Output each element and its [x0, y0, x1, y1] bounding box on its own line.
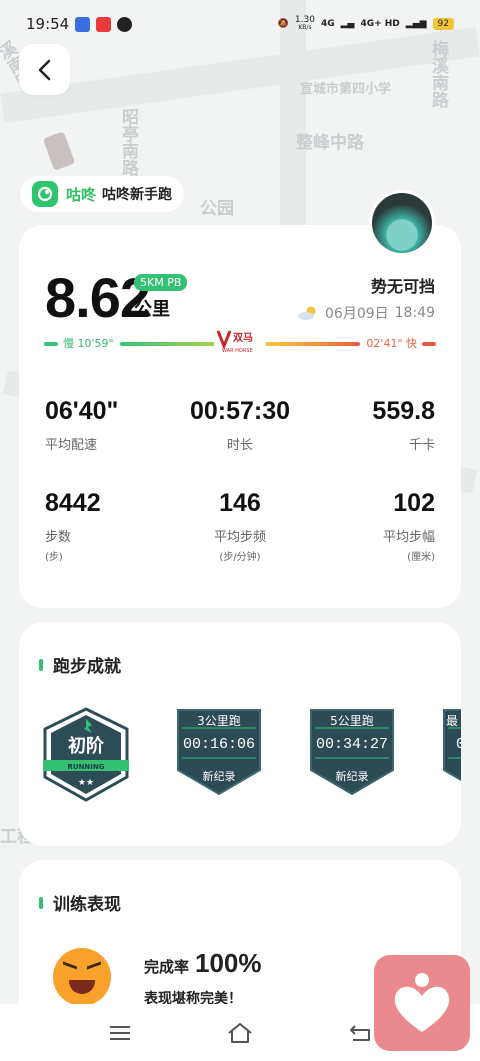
map-label: 公园 — [200, 199, 234, 219]
medal-5km[interactable]: 5公里跑 00:34:27 新纪录 — [307, 706, 397, 798]
pb-badge: 5KM PB — [134, 274, 188, 291]
stat-cadence: 146 平均步频 (步/分钟) — [175, 489, 305, 581]
avatar[interactable] — [369, 190, 435, 256]
training-title: 训练表现 — [53, 895, 121, 915]
health-float-button[interactable] — [374, 955, 470, 1051]
nav-home-button[interactable] — [220, 1018, 260, 1048]
signal-bars-icon: ▂▄ — [340, 19, 355, 29]
completion-value: 100% — [195, 948, 262, 978]
distance-unit: 公里 — [134, 299, 170, 320]
username: 势无可挡 — [370, 277, 435, 296]
medal-title: 5公里跑 — [330, 714, 374, 728]
home-icon — [228, 1022, 252, 1043]
map-marker-icon — [42, 131, 76, 171]
stat-calories: 559.8 千卡 — [305, 397, 435, 489]
nav-menu-button[interactable] — [100, 1018, 140, 1048]
mute-icon: 🔕 — [277, 19, 289, 29]
stat-value: 102 — [393, 489, 435, 517]
achievements-title: 跑步成就 — [53, 657, 121, 677]
codoon-logo-icon — [32, 181, 58, 207]
run-time: 18:49 — [394, 305, 435, 321]
pace-fast-value: 02'41" — [366, 337, 403, 350]
stat-unit: (厘米) — [407, 552, 435, 563]
sponsor-logo-text: WAR HORSE — [222, 348, 253, 354]
stat-duration: 00:57:30 时长 — [175, 397, 305, 489]
heart-health-icon — [394, 973, 450, 1032]
laughing-face-icon — [53, 948, 111, 1006]
battery-indicator: 92 — [432, 18, 454, 30]
completion-label: 完成率 — [144, 958, 190, 976]
medal-time: 0 — [456, 736, 461, 753]
pace-slow: 慢 10'59" — [63, 335, 114, 351]
plan-name: 咕咚新手跑 — [102, 187, 173, 203]
pace-fast-label: 快 — [406, 337, 417, 350]
stat-stride: 102 平均步幅 (厘米) — [305, 489, 435, 581]
training-plan-pill[interactable]: 咕咚 咕咚新手跑 — [20, 176, 185, 212]
level-ribbon: RUNNING — [68, 763, 105, 771]
run-date: 06月09日 — [325, 306, 389, 322]
stat-value: 06'40" — [45, 397, 119, 425]
stat-label: 平均步频 — [213, 530, 266, 545]
net-speed-value: 1.30 — [294, 15, 315, 25]
section-title: 跑步成就 — [39, 652, 121, 677]
pace-range-bar: 慢 10'59" 双马 WAR HORSE 02'41" 快 — [44, 328, 436, 356]
signal-bars-icon: ▂▄▆ — [405, 19, 427, 29]
sponsor-logo-icon: 双马 WAR HORSE — [214, 328, 266, 356]
stat-label: 时长 — [226, 438, 253, 453]
run-summary-card: 8.62 5KM PB 公里 势无可挡 06月09日 18:49 慢 10'59… — [19, 225, 461, 608]
map-label: 梅溪南路 — [428, 40, 448, 108]
stat-label: 千卡 — [408, 438, 435, 453]
map-label: 昭亭南路 — [118, 108, 138, 176]
signal-4g-plus: 4G+ HD — [360, 19, 400, 29]
completion-rate: 完成率 100% — [144, 948, 262, 979]
medal-time: 00:16:06 — [182, 736, 255, 753]
notification-app-icon — [75, 16, 91, 32]
medal-time: 00:34:27 — [315, 736, 388, 753]
map-label: 整峰中路 — [296, 133, 364, 153]
run-datetime: 06月09日 18:49 — [297, 303, 435, 323]
back-button[interactable] — [19, 44, 70, 95]
menu-icon — [110, 1025, 130, 1040]
medal-title: 最 — [446, 714, 459, 728]
level-title: 初阶 — [68, 735, 105, 757]
stat-label: 步数 — [45, 530, 72, 545]
medal-record: 新纪录 — [202, 770, 236, 783]
svg-text:双马: 双马 — [233, 332, 253, 344]
status-time: 19:54 — [26, 15, 70, 33]
stat-value: 8442 — [45, 489, 101, 517]
stat-unit: (步) — [45, 552, 63, 563]
pace-slow-label: 慢 — [63, 337, 74, 350]
section-title: 训练表现 — [39, 890, 121, 915]
partly-cloudy-icon — [297, 306, 319, 320]
stat-value: 00:57:30 — [189, 397, 291, 425]
stat-value: 146 — [219, 489, 261, 517]
stat-label: 平均配速 — [45, 438, 98, 453]
achievements-card: 跑步成就 初阶 RUNNING ★★ 3公里跑 00:16:06 新纪录 5公里… — [19, 622, 461, 846]
chevron-left-icon — [38, 59, 50, 80]
signal-4g: 4G — [320, 19, 335, 29]
stat-avg-pace: 06'40" 平均配速 — [45, 397, 175, 489]
medal-title: 3公里跑 — [197, 714, 241, 728]
return-icon — [350, 1024, 370, 1041]
stat-label: 平均步幅 — [382, 530, 435, 545]
level-badge[interactable]: 初阶 RUNNING ★★ — [41, 707, 131, 802]
pace-slow-value: 10'59" — [77, 337, 114, 350]
net-speed-unit: KB/s — [298, 24, 312, 31]
medal-record: 新纪录 — [335, 770, 369, 783]
status-bar: 19:54 🔕 1.30 KB/s 4G ▂▄ 4G+ HD ▂▄▆ 92 — [0, 0, 480, 48]
map-label: 宣城市第四小学 — [300, 82, 392, 97]
level-stars: ★★ — [78, 778, 94, 788]
stat-unit: (步/分钟) — [219, 552, 261, 563]
pace-fast: 02'41" 快 — [366, 335, 417, 351]
stat-steps: 8442 步数 (步) — [45, 489, 175, 581]
stat-value: 559.8 — [372, 397, 435, 425]
medal-partial[interactable]: 最 0 — [440, 706, 461, 798]
stats-grid: 06'40" 平均配速 00:57:30 时长 559.8 千卡 8442 步数… — [45, 397, 435, 581]
notification-app-icon — [96, 16, 112, 32]
brand-name: 咕咚 — [66, 185, 97, 204]
medal-3km[interactable]: 3公里跑 00:16:06 新纪录 — [174, 706, 264, 798]
qq-icon — [117, 16, 133, 32]
